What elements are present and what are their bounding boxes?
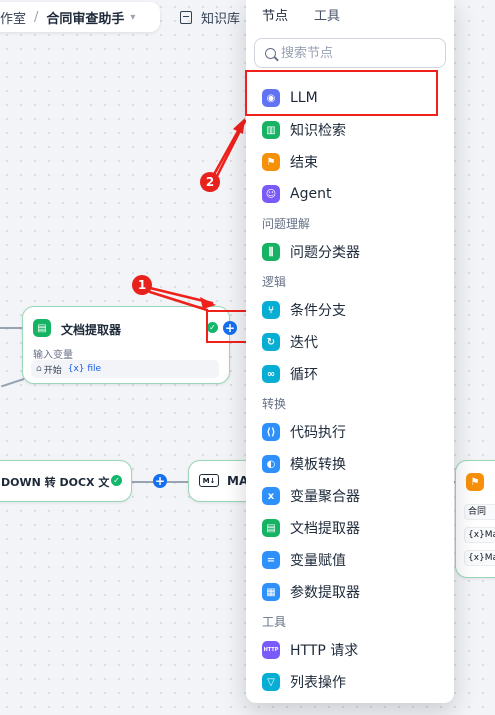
group-label: 工具 xyxy=(262,615,287,629)
node-item-if-else[interactable]: ⑂ 条件分支 xyxy=(262,298,346,322)
group-label: 逻辑 xyxy=(262,275,287,289)
group-label: 问题理解 xyxy=(262,217,311,231)
node-item-variable-aggregator[interactable]: x 变量聚合器 xyxy=(262,484,360,508)
node-item-label: 文档提取器 xyxy=(290,521,360,537)
node-item-loop[interactable]: ∞ 循环 xyxy=(262,362,318,386)
agent-icon: ☺ xyxy=(262,185,280,203)
tab-tools[interactable]: 工具 xyxy=(314,5,340,24)
branch-icon: ⑂ xyxy=(262,301,280,319)
code-icon: ⟨⟩ xyxy=(262,423,280,441)
node-item-iteration[interactable]: ↻ 迭代 xyxy=(262,330,318,354)
node-item-end[interactable]: ⚑ 结束 xyxy=(262,150,318,174)
arrowhead-2 xyxy=(233,118,245,134)
assign-icon: = xyxy=(262,551,280,569)
node-item-label: 代码执行 xyxy=(290,425,346,441)
highlight-box-llm xyxy=(245,70,438,116)
arrow-line-2a xyxy=(210,122,244,180)
node-item-http[interactable]: HTTP HTTP 请求 xyxy=(262,638,358,662)
classifier-icon: ⫼ xyxy=(262,243,280,261)
node-item-label: 迭代 xyxy=(290,335,318,351)
document-icon: ▤ xyxy=(262,519,280,537)
node-item-label: 参数提取器 xyxy=(290,585,360,601)
node-item-label: 变量聚合器 xyxy=(290,489,360,505)
parameter-icon: ▦ xyxy=(262,583,280,601)
annotation-badge-1: 1 xyxy=(132,275,152,295)
node-item-label: 问题分类器 xyxy=(290,245,360,261)
node-item-variable-assigner[interactable]: = 变量赋值 xyxy=(262,548,346,572)
variable-icon: x xyxy=(262,487,280,505)
node-item-knowledge[interactable]: ▥ 知识检索 xyxy=(262,118,346,142)
node-item-label: 结束 xyxy=(290,155,318,171)
node-item-label: HTTP 请求 xyxy=(290,643,359,659)
filter-icon: ▽ xyxy=(262,673,280,691)
search-box[interactable] xyxy=(254,38,446,68)
tab-nodes[interactable]: 节点 xyxy=(262,5,288,24)
node-item-parameter-extractor[interactable]: ▦ 参数提取器 xyxy=(262,580,360,604)
group-label: 转换 xyxy=(262,397,287,411)
node-item-code[interactable]: ⟨⟩ 代码执行 xyxy=(262,420,346,444)
iteration-icon: ↻ xyxy=(262,333,280,351)
flag-icon: ⚑ xyxy=(262,153,280,171)
template-icon: ◐ xyxy=(262,455,280,473)
search-icon xyxy=(265,47,276,59)
node-item-label: 列表操作 xyxy=(290,675,346,691)
node-item-agent[interactable]: ☺ Agent xyxy=(262,182,331,206)
node-item-doc-extractor[interactable]: ▤ 文档提取器 xyxy=(262,516,360,540)
node-item-classifier[interactable]: ⫼ 问题分类器 xyxy=(262,240,360,264)
node-item-list-operator[interactable]: ▽ 列表操作 xyxy=(262,670,346,694)
annotation-badge-2: 2 xyxy=(200,172,220,192)
http-icon: HTTP xyxy=(262,641,280,659)
search-input[interactable] xyxy=(281,45,431,61)
panel-tabs: 节点 工具 xyxy=(246,0,454,28)
node-item-label: 条件分支 xyxy=(290,303,346,319)
node-item-template[interactable]: ◐ 模板转换 xyxy=(262,452,346,476)
node-item-label: 知识检索 xyxy=(290,123,346,139)
book-icon: ▥ xyxy=(262,121,280,139)
node-item-label: 模板转换 xyxy=(290,457,346,473)
node-item-label: Agent xyxy=(290,186,332,202)
node-item-label: 变量赋值 xyxy=(290,553,346,569)
node-item-label: 循环 xyxy=(290,367,318,383)
arrowhead-1 xyxy=(200,297,216,309)
loop-icon: ∞ xyxy=(262,365,280,383)
